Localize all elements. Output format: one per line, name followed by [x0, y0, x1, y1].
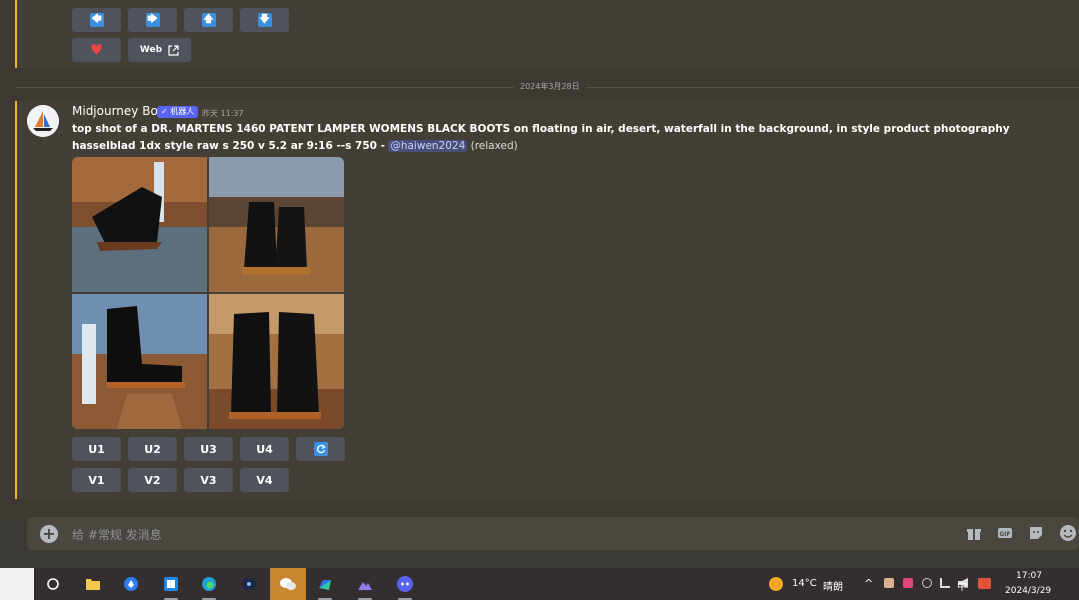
- upscale-1-label: U1: [88, 442, 105, 456]
- variation-2-label: V2: [144, 473, 161, 487]
- discord-icon[interactable]: [390, 568, 420, 600]
- date-divider-label: 2024年3月28日: [514, 81, 586, 92]
- left-arrow-icon: 🡄: [89, 13, 104, 27]
- upscale-3-button[interactable]: U3: [184, 437, 233, 461]
- bot-badge: ✓ 机器人: [157, 106, 199, 118]
- down-arrow-button[interactable]: 🡇: [240, 8, 289, 32]
- network-icon[interactable]: [940, 578, 950, 588]
- upscale-1-button[interactable]: U1: [72, 437, 121, 461]
- input-method-indicator[interactable]: 中: [957, 578, 967, 593]
- clock-date[interactable]: 2024/3/29: [1005, 586, 1051, 596]
- clock-time[interactable]: 17:07: [1016, 571, 1042, 581]
- task-view-icon[interactable]: [38, 568, 68, 600]
- gif-icon[interactable]: GIF: [997, 525, 1013, 541]
- down-arrow-icon: 🡇: [257, 13, 272, 27]
- mode-status: (relaxed): [470, 140, 518, 152]
- generated-image-3[interactable]: [72, 294, 207, 429]
- upscale-2-button[interactable]: U2: [128, 437, 177, 461]
- weather-icon[interactable]: [769, 577, 783, 591]
- generated-image-2[interactable]: [209, 157, 344, 292]
- web-button-label: Web: [139, 45, 163, 55]
- external-link-icon: [168, 44, 179, 56]
- taskbar: 14°C 晴朗 ^ 中 17:07 2024/3/29: [0, 568, 1079, 600]
- variation-3-label: V3: [200, 473, 217, 487]
- message-composer[interactable]: + 给 #常规 发消息 GIF: [27, 517, 1079, 550]
- author-name[interactable]: Midjourney Bot: [72, 104, 163, 118]
- upscale-2-label: U2: [144, 442, 161, 456]
- image-grid[interactable]: [72, 157, 344, 429]
- variation-1-button[interactable]: V1: [72, 468, 121, 492]
- up-arrow-button[interactable]: 🡅: [184, 8, 233, 32]
- tray-settings-icon[interactable]: [922, 578, 932, 588]
- upscale-3-label: U3: [200, 442, 217, 456]
- add-attachment-icon[interactable]: +: [40, 525, 58, 543]
- wechat-icon[interactable]: [270, 568, 306, 600]
- app-icon[interactable]: [156, 568, 186, 600]
- left-arrow-button[interactable]: 🡄: [72, 8, 121, 32]
- feishu-icon[interactable]: [116, 568, 146, 600]
- like-button[interactable]: ♥: [72, 38, 121, 62]
- upscale-4-button[interactable]: U4: [240, 437, 289, 461]
- weather-desc[interactable]: 晴朗: [823, 578, 843, 593]
- tray-app-icon[interactable]: [884, 578, 894, 588]
- svg-text:GIF: GIF: [999, 531, 1010, 538]
- edge-browser-icon[interactable]: [194, 568, 224, 600]
- right-arrow-icon: 🡆: [145, 13, 160, 27]
- message-input[interactable]: 给 #常规 发消息: [72, 526, 162, 543]
- up-arrow-icon: 🡅: [201, 13, 216, 27]
- message-timestamp: 昨天 11:37: [202, 109, 244, 118]
- user-mention[interactable]: @haiwen2024: [388, 140, 468, 152]
- web-link-button[interactable]: Web: [128, 38, 191, 62]
- variation-2-button[interactable]: V2: [128, 468, 177, 492]
- message-content: top shot of a DR. MARTENS 1460 PATENT LA…: [72, 121, 1062, 155]
- variation-3-button[interactable]: V3: [184, 468, 233, 492]
- avatar[interactable]: [27, 105, 59, 137]
- reroll-button[interactable]: [296, 437, 345, 461]
- photo-app-icon[interactable]: [350, 568, 380, 600]
- upscale-4-label: U4: [256, 442, 273, 456]
- reroll-icon: [313, 442, 328, 456]
- variation-4-button[interactable]: V4: [240, 468, 289, 492]
- variation-4-label: V4: [256, 473, 273, 487]
- weather-temp[interactable]: 14°C: [792, 578, 817, 589]
- generated-image-1[interactable]: [72, 157, 207, 292]
- prompt-text: top shot of a DR. MARTENS 1460 PATENT LA…: [72, 123, 1010, 152]
- chat-area: 🡄 🡆 🡅 🡇 ♥ Web 2024年3月28日 Midjourney Bot …: [0, 0, 1079, 517]
- chevron-up-icon[interactable]: ^: [864, 577, 873, 590]
- emoji-icon[interactable]: [1059, 524, 1077, 542]
- gift-icon[interactable]: [966, 525, 982, 541]
- file-explorer-icon[interactable]: [78, 568, 108, 600]
- lark-icon[interactable]: [310, 568, 340, 600]
- tray-pen-icon[interactable]: [903, 578, 913, 588]
- sailboat-icon: [27, 105, 59, 137]
- variation-1-label: V1: [88, 473, 105, 487]
- dark-app-icon[interactable]: [234, 568, 264, 600]
- right-arrow-button[interactable]: 🡆: [128, 8, 177, 32]
- sticker-icon[interactable]: [1028, 525, 1044, 541]
- search-box[interactable]: [0, 568, 34, 600]
- sogou-icon[interactable]: [978, 578, 991, 589]
- heart-icon: ♥: [89, 41, 104, 59]
- generated-image-4[interactable]: [209, 294, 344, 429]
